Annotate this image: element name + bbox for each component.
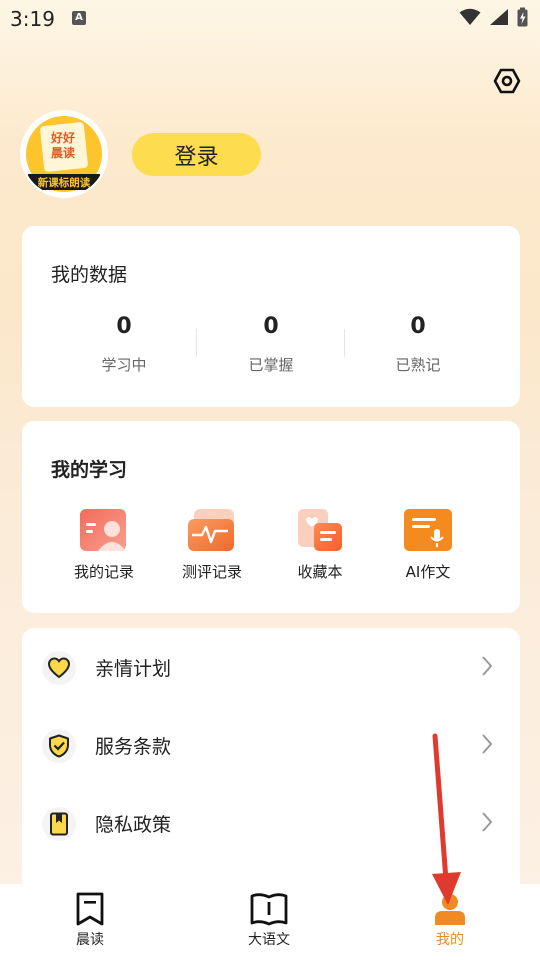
- menu-icon-wrap: [42, 651, 76, 685]
- nav-tab-mine[interactable]: 我的: [405, 892, 495, 949]
- assessment-icon: [188, 509, 234, 551]
- stat-label: 已熟记: [395, 356, 441, 374]
- stat-label: 学习中: [101, 356, 147, 374]
- my-study-title: 我的学习: [51, 459, 128, 481]
- ai-essay-icon: [404, 509, 452, 551]
- menu-item-family-plan[interactable]: 亲情计划: [22, 637, 520, 697]
- chevron-right-icon: [482, 812, 493, 832]
- study-item-label: 我的记录: [73, 563, 134, 581]
- menu-card: 亲情计划 服务条款 隐私政策: [22, 628, 520, 888]
- login-button[interactable]: 登录: [132, 133, 261, 176]
- study-item-my-records[interactable]: 我的记录: [59, 509, 149, 582]
- status-icons: [459, 7, 528, 27]
- app-logo-avatar: 好好 晨读 新课标朗读: [22, 112, 106, 196]
- gear-icon: [493, 68, 521, 94]
- cell-signal-icon: [490, 9, 508, 25]
- wifi-icon: [459, 8, 481, 25]
- my-data-title: 我的数据: [51, 264, 128, 286]
- open-book-icon: [250, 893, 288, 926]
- status-time: 3:19: [10, 7, 55, 31]
- stat-value: 0: [410, 314, 426, 339]
- avatar-bottom-text: 新课标朗读: [38, 176, 91, 189]
- avatar-middle-text: 晨读: [51, 145, 75, 160]
- favorites-icon: [298, 509, 342, 551]
- settings-button[interactable]: [490, 64, 524, 98]
- record-icon: [80, 509, 126, 551]
- nav-tab-label: 大语文: [248, 932, 290, 948]
- nav-tab-label: 晨读: [76, 932, 104, 948]
- menu-item-label: 亲情计划: [95, 658, 172, 680]
- shield-check-icon: [49, 734, 69, 758]
- study-item-ai-essay[interactable]: AI作文: [383, 509, 473, 582]
- avatar[interactable]: 好好 晨读 新课标朗读: [22, 112, 106, 196]
- battery-icon: [517, 7, 528, 27]
- nav-tab-morning-reading[interactable]: 晨读: [45, 892, 135, 949]
- study-item-label: AI作文: [405, 563, 451, 581]
- stat-learning[interactable]: 0 学习中: [50, 314, 198, 375]
- study-item-favorites[interactable]: 收藏本: [275, 509, 365, 582]
- study-item-assessment-records[interactable]: 测评记录: [167, 509, 257, 582]
- menu-icon-wrap: [42, 807, 76, 841]
- nav-tab-label: 我的: [436, 932, 464, 948]
- study-item-label: 测评记录: [181, 563, 242, 581]
- status-bar: 3:19 A: [0, 0, 540, 36]
- bookmark-icon: [50, 812, 68, 836]
- person-icon: [435, 894, 465, 925]
- nav-tab-chinese[interactable]: 大语文: [224, 892, 314, 949]
- menu-item-label: 隐私政策: [95, 814, 172, 836]
- stat-value: 0: [116, 314, 132, 339]
- heart-icon: [47, 657, 71, 679]
- my-data-card: 我的数据 0 学习中 0 已掌握 0 已熟记: [22, 226, 520, 407]
- study-item-label: 收藏本: [297, 563, 343, 581]
- chevron-right-icon: [482, 734, 493, 754]
- stat-value: 0: [263, 314, 279, 339]
- stat-label: 已掌握: [248, 356, 294, 374]
- menu-item-label: 服务条款: [95, 736, 172, 758]
- menu-item-terms-of-service[interactable]: 服务条款: [22, 715, 520, 775]
- my-study-card: 我的学习 我的记录 测评记录 收藏本 AI作文: [22, 421, 520, 613]
- bookmark-outline-icon: [76, 892, 104, 926]
- bottom-nav: 晨读 大语文 我的: [0, 884, 540, 960]
- stat-memorized[interactable]: 0 已熟记: [344, 314, 492, 375]
- stat-mastered[interactable]: 0 已掌握: [197, 314, 345, 375]
- menu-icon-wrap: [42, 729, 76, 763]
- chevron-right-icon: [482, 656, 493, 676]
- app-notification-icon: A: [72, 11, 86, 25]
- avatar-top-text: 好好: [50, 130, 75, 145]
- menu-item-privacy-policy[interactable]: 隐私政策: [22, 793, 520, 853]
